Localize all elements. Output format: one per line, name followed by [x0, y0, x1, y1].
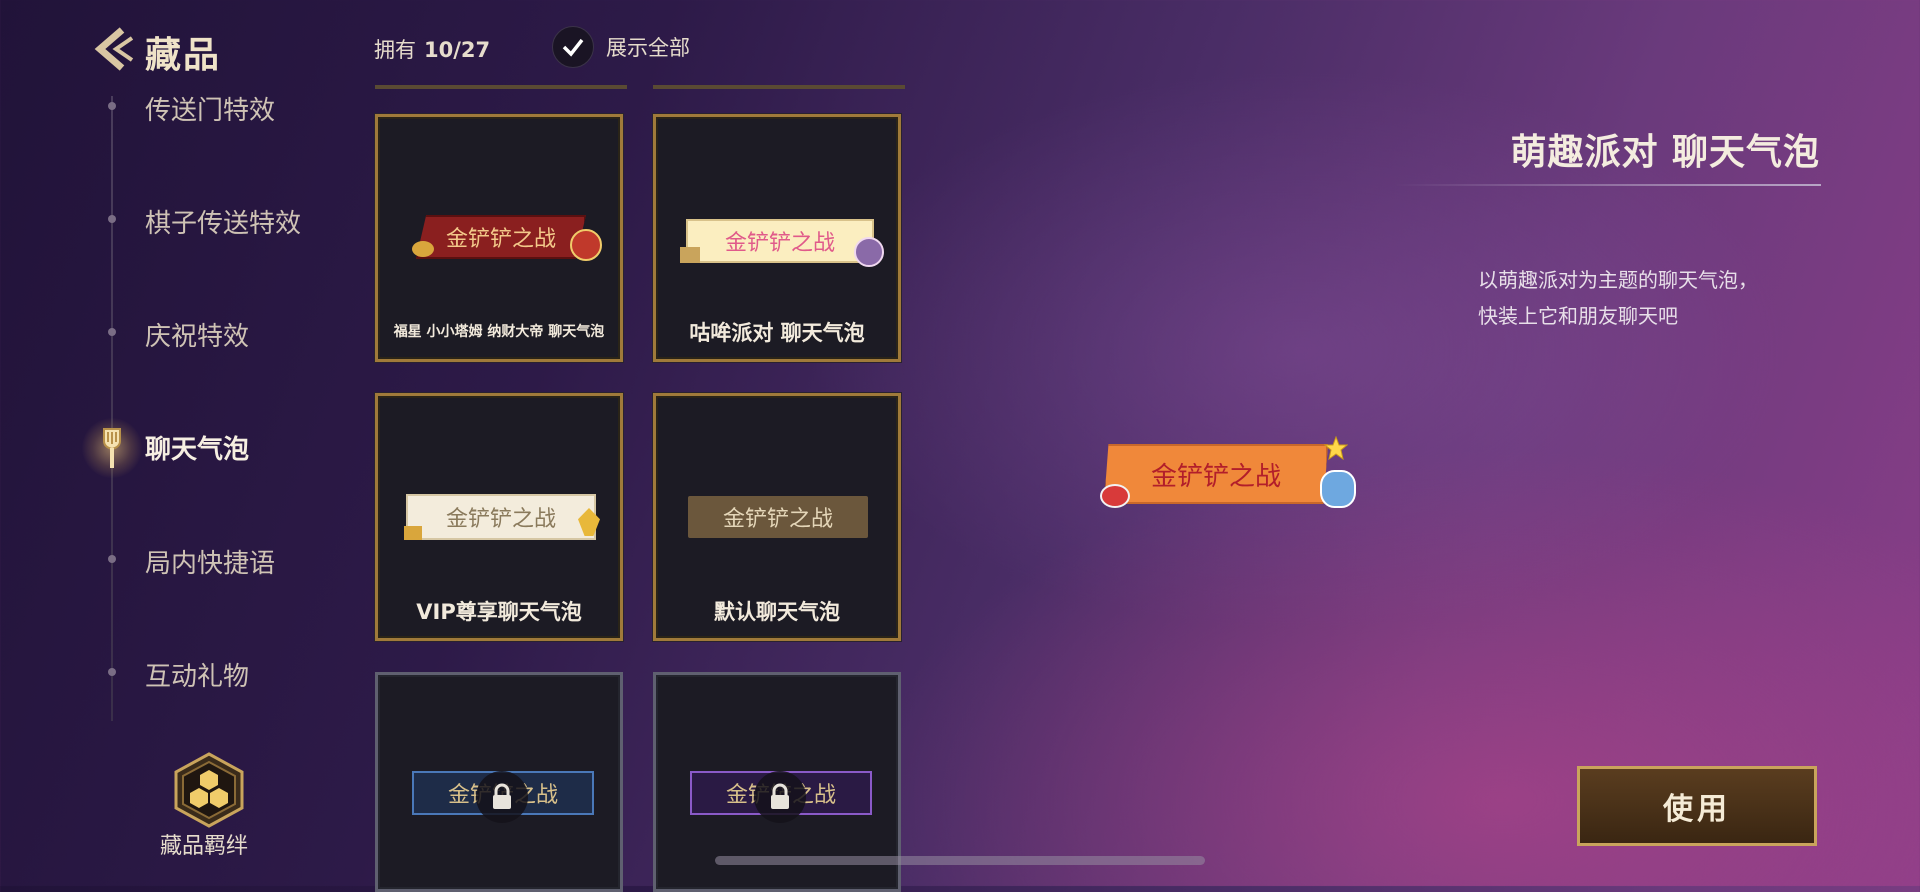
back-arrow-icon[interactable] [88, 26, 136, 72]
detail-description: 以萌趣派对为主题的聊天气泡， 快装上它和朋友聊天吧 [1478, 262, 1808, 334]
star-icon [1324, 436, 1348, 460]
chat-bubble-card[interactable]: 金铲铲之战 福星 小小塔姆 纳财大帝 聊天气泡 [375, 114, 623, 362]
sidebar-dot [108, 328, 116, 336]
gold-ornament-icon [404, 526, 422, 540]
show-all-toggle[interactable]: 展示全部 [552, 26, 690, 68]
sidebar-dot [108, 215, 116, 223]
sidebar-item-piece-teleport-effect[interactable]: 棋子传送特效 [145, 203, 301, 240]
sidebar-item-interactive-gift[interactable]: 互动礼物 [145, 656, 249, 693]
detail-divider [1395, 184, 1821, 186]
chat-bubble-card[interactable]: 金铲铲之战 VIP尊享聊天气泡 [375, 393, 623, 641]
description-line: 快装上它和朋友聊天吧 [1478, 304, 1678, 328]
chat-bubble-card[interactable]: 金铲铲之战 默认聊天气泡 [653, 393, 901, 641]
coin-icon [412, 241, 434, 257]
sidebar-item-portal-effect[interactable]: 传送门特效 [145, 90, 275, 127]
use-button[interactable]: 使用 [1577, 766, 1817, 846]
chat-bubble-card[interactable]: 金铲铲之战 咕哞派对 聊天气泡 [653, 114, 901, 362]
bubble-preview: 金铲铲之战 [686, 219, 874, 263]
character-icon [570, 229, 602, 261]
previous-row-edge [653, 85, 905, 89]
owned-count: 10/27 [424, 38, 491, 62]
card-label: 默认聊天气泡 [714, 600, 840, 624]
detail-title: 萌趣派对 聊天气泡 [1510, 132, 1820, 173]
owned-count-text: 拥有 10/27 [374, 34, 490, 64]
checkmark-icon[interactable] [552, 26, 594, 68]
sidebar-item-chat-bubble[interactable]: 聊天气泡 [145, 429, 249, 466]
bubble-preview: 金铲铲之战 [688, 496, 868, 538]
sidebar-dot [108, 668, 116, 676]
home-indicator[interactable] [715, 856, 1205, 865]
lock-icon [754, 771, 806, 823]
lock-icon [476, 771, 528, 823]
owned-label: 拥有 [374, 38, 416, 62]
shovel-icon [103, 428, 121, 468]
card-label: VIP尊享聊天气泡 [416, 600, 582, 624]
card-label: 福星 小小塔姆 纳财大帝 聊天气泡 [393, 324, 605, 340]
scroll-icon [680, 247, 700, 263]
show-all-label: 展示全部 [606, 36, 690, 60]
card-label: 咕哞派对 聊天气泡 [689, 321, 865, 345]
description-line: 以萌趣派对为主题的聊天气泡， [1478, 268, 1758, 292]
sidebar-dot [108, 555, 116, 563]
previous-row-edge [375, 85, 627, 89]
sidebar-item-quick-chat[interactable]: 局内快捷语 [145, 543, 275, 580]
bubble-preview: 金铲铲之战 [416, 215, 586, 259]
sidebar-dot [108, 102, 116, 110]
sidebar-track-line [111, 96, 113, 721]
sidebar-item-celebration-effect[interactable]: 庆祝特效 [145, 316, 249, 353]
collection-bond-icon[interactable] [172, 752, 246, 828]
selected-bubble-preview: 金铲铲之战 [1104, 444, 1328, 504]
collection-bond-label[interactable]: 藏品羁绊 [160, 828, 248, 860]
creature-icon [1320, 470, 1356, 508]
page-title: 藏品 [145, 35, 222, 76]
mushroom-icon [1100, 484, 1130, 508]
locked-chat-bubble-card[interactable]: 金铲铲之战 [375, 672, 623, 892]
bubble-preview: 金铲铲之战 [406, 494, 596, 540]
cow-character-icon [854, 237, 884, 267]
